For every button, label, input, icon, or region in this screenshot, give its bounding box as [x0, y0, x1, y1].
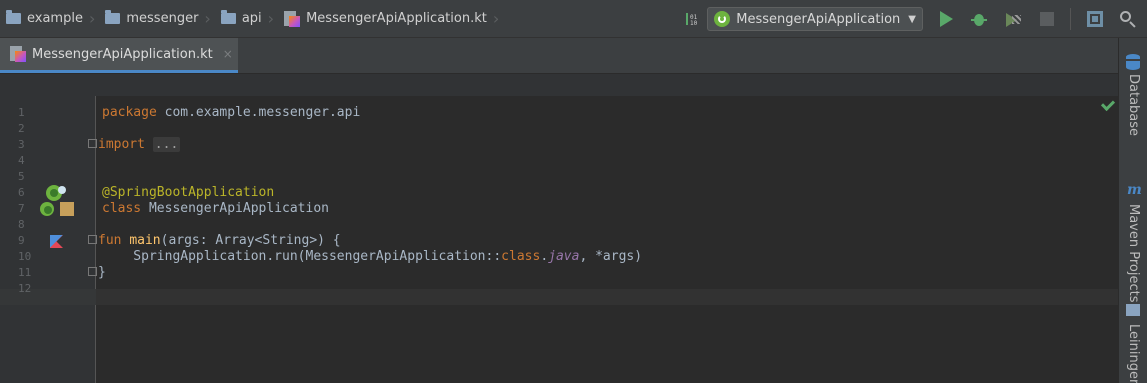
svg-text:10: 10 — [690, 20, 698, 27]
fold-expand-icon[interactable] — [88, 138, 98, 151]
kotlin-file-icon — [10, 46, 26, 62]
search-icon[interactable] — [1119, 10, 1137, 28]
line-number: 9 — [18, 234, 25, 247]
code-line-7: class MessengerApiApplication — [102, 201, 329, 216]
line-number: 12 — [18, 282, 32, 295]
breadcrumb-label: example — [27, 11, 83, 26]
debug-icon[interactable] — [971, 11, 987, 27]
navigation-bar: example › messenger › api › MessengerApi… — [0, 0, 1147, 38]
line-number: 8 — [18, 218, 25, 231]
line-number: 1 — [18, 106, 25, 119]
leiningen-icon — [1126, 304, 1140, 316]
tab-messenger-api-application[interactable]: MessengerApiApplication.kt × — [0, 38, 238, 73]
line-number: 6 — [18, 186, 25, 199]
editor-gutter[interactable]: 1 2 3 4 5 6 7 8 9 10 11 12 — [0, 96, 96, 383]
kotlin-file-icon — [284, 10, 301, 27]
breadcrumb-api[interactable]: api › — [215, 0, 278, 38]
class-hierarchy-gutter-icon[interactable] — [60, 202, 74, 216]
line-number: 4 — [18, 154, 25, 167]
code-line-10: SpringApplication.run(MessengerApiApplic… — [102, 249, 643, 264]
tab-label: MessengerApiApplication.kt — [32, 46, 213, 62]
breadcrumb-messenger[interactable]: messenger › — [99, 0, 214, 38]
breadcrumb-separator: › — [88, 9, 96, 28]
project-structure-icon[interactable] — [1087, 11, 1103, 27]
folder-icon — [220, 10, 236, 24]
line-number: 3 — [18, 138, 25, 151]
build-numbers-icon[interactable]: 01 10 — [683, 10, 701, 28]
code-line-1: package com.example.messenger.api — [102, 105, 361, 120]
maven-icon: m — [1127, 182, 1142, 198]
code-editor[interactable]: package com.example.messenger.api import… — [88, 96, 1118, 383]
stop-icon[interactable] — [1040, 12, 1054, 26]
breadcrumb-label: messenger — [126, 11, 199, 26]
run-configuration-label: MessengerApiApplication — [736, 11, 901, 27]
folder-icon — [105, 10, 121, 24]
fold-collapse-icon[interactable] — [88, 234, 98, 247]
run-configuration-selector[interactable]: MessengerApiApplication ▼ — [707, 7, 923, 31]
chevron-down-icon: ▼ — [908, 13, 916, 25]
folder-icon — [6, 10, 21, 24]
breadcrumb-file[interactable]: MessengerApiApplication.kt › — [278, 0, 503, 38]
database-tool-button[interactable]: Database — [1126, 74, 1141, 136]
line-number: 7 — [18, 202, 25, 215]
breadcrumb-separator: › — [204, 9, 211, 28]
right-tool-window-strip: Database m Maven Projects Leiningen — [1118, 38, 1147, 383]
breadcrumb-example[interactable]: example › — [0, 0, 99, 38]
coverage-icon[interactable] — [1005, 11, 1021, 27]
breadcrumb-separator: › — [267, 9, 275, 28]
collapsed-imports[interactable]: ... — [152, 137, 181, 152]
current-line-highlight — [96, 289, 1118, 305]
code-line-3: import ... — [88, 137, 181, 153]
code-line-6: @SpringBootApplication — [102, 185, 275, 200]
close-icon[interactable]: × — [223, 47, 233, 61]
breadcrumb-label: MessengerApiApplication.kt — [306, 11, 487, 26]
line-number: 5 — [18, 170, 25, 183]
code-line-9: fun main(args: Array<String>) { — [88, 233, 341, 249]
leiningen-tool-button[interactable]: Leiningen — [1126, 324, 1141, 383]
toolbar-divider — [1070, 8, 1071, 30]
kotlin-run-gutter-icon[interactable] — [50, 235, 63, 248]
editor-tab-bar: MessengerApiApplication.kt × — [0, 38, 1118, 74]
run-toolbar: 01 10 MessengerApiApplication ▼ — [677, 0, 1147, 38]
database-icon — [1126, 54, 1140, 70]
run-icon[interactable] — [940, 11, 953, 27]
breadcrumb-separator: › — [492, 9, 500, 28]
line-number: 11 — [18, 266, 32, 279]
fold-end-icon[interactable] — [88, 266, 98, 279]
breadcrumb-label: api — [241, 11, 262, 26]
spring-boot-gutter-icon[interactable] — [40, 202, 54, 216]
maven-projects-tool-button[interactable]: Maven Projects — [1126, 204, 1141, 303]
spring-boot-icon — [714, 11, 731, 27]
line-number: 10 — [18, 250, 32, 263]
editor-header-strip — [0, 74, 1118, 96]
code-line-11: } — [88, 265, 106, 281]
spring-bean-badge-icon — [58, 186, 66, 194]
line-number: 2 — [18, 122, 25, 135]
